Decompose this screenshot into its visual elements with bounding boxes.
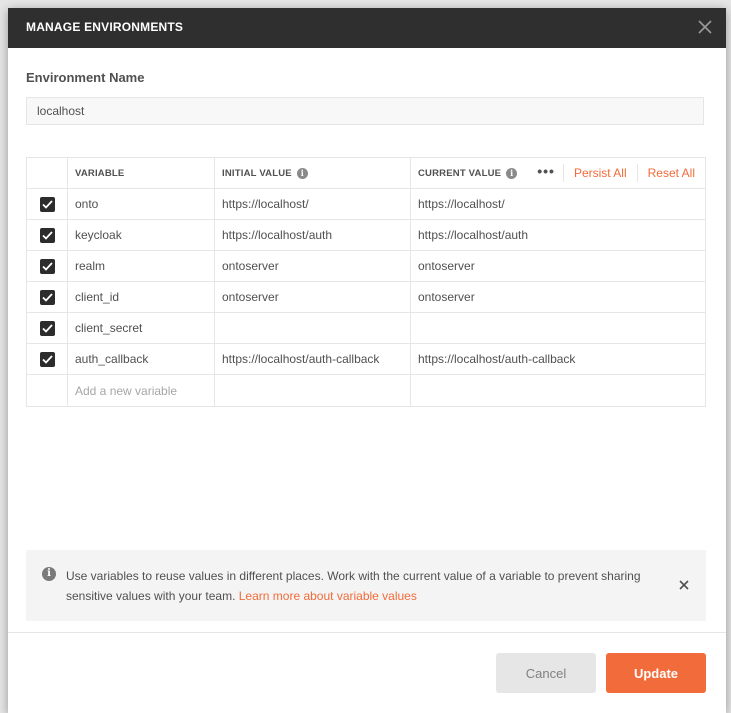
checkmark-icon: [41, 199, 53, 209]
notice-text: Use variables to reuse values in differe…: [66, 569, 641, 603]
table-row: keycloak https://localhost/auth https://…: [27, 220, 705, 251]
row-enabled-checkbox[interactable]: [39, 258, 55, 274]
info-icon[interactable]: i: [506, 167, 518, 179]
header-tools: ••• Persist All Reset All: [529, 158, 705, 188]
checkmark-icon: [41, 261, 53, 271]
initial-value-cell[interactable]: https://localhost/: [215, 189, 411, 219]
close-icon[interactable]: [678, 579, 690, 591]
variable-cell[interactable]: client_secret: [68, 313, 215, 343]
table-row: client_id ontoserver ontoserver: [27, 282, 705, 313]
row-enabled-checkbox[interactable]: [39, 227, 55, 243]
row-enabled-checkbox[interactable]: [39, 320, 55, 336]
close-icon[interactable]: [694, 16, 716, 38]
more-options-icon[interactable]: •••: [529, 164, 564, 182]
initial-value-cell[interactable]: https://localhost/auth: [215, 220, 411, 250]
current-value-cell[interactable]: https://localhost/auth-callback: [411, 344, 705, 374]
reset-all-button[interactable]: Reset All: [638, 166, 705, 180]
add-variable-input[interactable]: Add a new variable: [68, 375, 215, 406]
current-value-cell[interactable]: ontoserver: [411, 282, 705, 312]
learn-more-link[interactable]: Learn more about variable values: [239, 589, 417, 603]
variable-cell[interactable]: keycloak: [68, 220, 215, 250]
initial-value-cell[interactable]: ontoserver: [215, 251, 411, 281]
manage-environments-dialog: MANAGE ENVIRONMENTS Environment Name VAR…: [8, 8, 726, 713]
table-row: onto https://localhost/ https://localhos…: [27, 189, 705, 220]
initial-value-cell[interactable]: ontoserver: [215, 282, 411, 312]
row-enabled-checkbox[interactable]: [39, 196, 55, 212]
info-icon[interactable]: i: [296, 167, 308, 179]
header-initial-value: INITIAL VALUE i: [215, 158, 411, 188]
variable-cell[interactable]: onto: [68, 189, 215, 219]
variable-cell[interactable]: realm: [68, 251, 215, 281]
environment-name-input[interactable]: [26, 97, 704, 125]
table-row: client_secret: [27, 313, 705, 344]
table-row: auth_callback https://localhost/auth-cal…: [27, 344, 705, 375]
initial-value-cell[interactable]: [215, 313, 411, 343]
new-current-value-cell[interactable]: [411, 375, 705, 406]
header-initial-value-label: INITIAL VALUE: [222, 167, 292, 179]
dialog-header: MANAGE ENVIRONMENTS: [8, 8, 726, 48]
row-enabled-checkbox[interactable]: [39, 351, 55, 367]
add-variable-row: Add a new variable: [27, 375, 705, 406]
checkmark-icon: [41, 230, 53, 240]
persist-all-button[interactable]: Persist All: [564, 166, 637, 180]
update-button[interactable]: Update: [606, 653, 706, 693]
checkmark-icon: [41, 354, 53, 364]
info-icon: i: [42, 567, 56, 581]
new-initial-value-cell[interactable]: [215, 375, 411, 406]
current-value-cell[interactable]: [411, 313, 705, 343]
header-variable: VARIABLE: [68, 158, 215, 188]
footer-divider: [8, 632, 726, 633]
environment-name-label: Environment Name: [26, 70, 145, 85]
checkmark-icon: [41, 323, 53, 333]
header-check-col: [27, 158, 68, 188]
current-value-cell[interactable]: ontoserver: [411, 251, 705, 281]
variables-table: VARIABLE INITIAL VALUE i CURRENT VALUE i…: [26, 157, 706, 407]
initial-value-cell[interactable]: https://localhost/auth-callback: [215, 344, 411, 374]
dialog-title: MANAGE ENVIRONMENTS: [26, 20, 184, 34]
current-value-cell[interactable]: https://localhost/auth: [411, 220, 705, 250]
checkmark-icon: [41, 292, 53, 302]
variable-cell[interactable]: client_id: [68, 282, 215, 312]
cancel-button[interactable]: Cancel: [496, 653, 596, 693]
info-notice: i Use variables to reuse values in diffe…: [26, 550, 706, 621]
current-value-cell[interactable]: https://localhost/: [411, 189, 705, 219]
variable-cell[interactable]: auth_callback: [68, 344, 215, 374]
header-current-value: CURRENT VALUE i ••• Persist All Reset Al…: [411, 158, 705, 188]
header-current-value-label: CURRENT VALUE: [418, 167, 502, 179]
table-row: realm ontoserver ontoserver: [27, 251, 705, 282]
table-header: VARIABLE INITIAL VALUE i CURRENT VALUE i…: [27, 158, 705, 189]
row-enabled-checkbox[interactable]: [39, 289, 55, 305]
